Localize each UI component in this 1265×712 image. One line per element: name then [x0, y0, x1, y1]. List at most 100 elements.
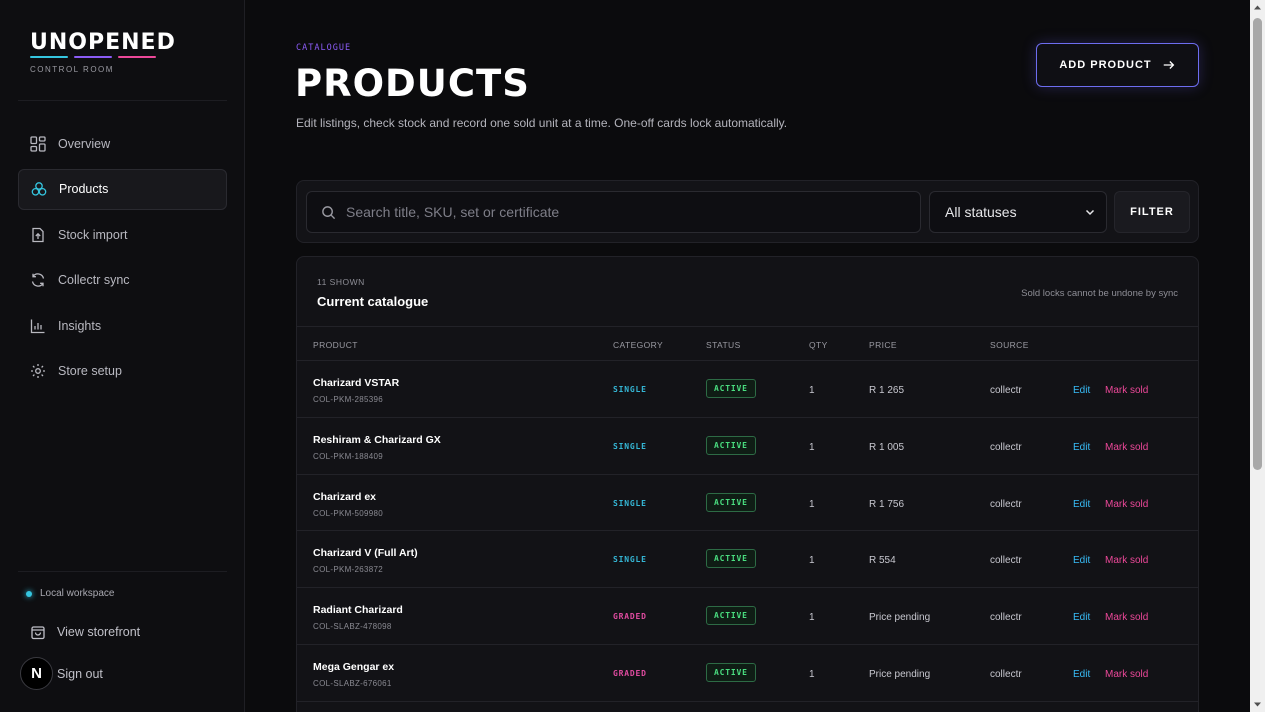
source-value: collectr [990, 441, 1022, 453]
category-badge: SINGLE [613, 498, 647, 508]
column-header-category[interactable]: CATEGORY [613, 340, 663, 350]
edit-link[interactable]: Edit [1073, 499, 1090, 510]
catalogue-table: 11 SHOWN Current catalogue Sold locks ca… [296, 256, 1199, 712]
edit-link[interactable]: Edit [1073, 612, 1090, 623]
sidebar-item-label: Stock import [58, 227, 128, 242]
category-badge: GRADED [613, 668, 647, 678]
price-value: Price pending [869, 668, 931, 680]
upload-icon [30, 227, 46, 243]
category-badge: SINGLE [613, 441, 647, 451]
table-row[interactable]: Radiant Charizard COL-SLABZ-478098 GRADE… [297, 588, 1198, 645]
status-badge: ACTIVE [706, 435, 756, 455]
edit-link[interactable]: Edit [1073, 669, 1090, 680]
qty-value: 1 [809, 555, 815, 567]
bar-chart-icon [30, 318, 46, 334]
category-badge: GRADED [613, 612, 647, 622]
source-value: collectr [990, 498, 1022, 510]
column-header-qty[interactable]: QTY [809, 340, 828, 350]
scrollbar-thumb[interactable] [1253, 18, 1262, 470]
sidebar-item-products[interactable]: Products [18, 168, 227, 210]
source-value: collectr [990, 555, 1022, 567]
qty-value: 1 [809, 385, 815, 396]
column-header-status[interactable]: STATUS [706, 340, 741, 350]
product-sku: COL-SLABZ-676061 [313, 678, 392, 688]
filter-button[interactable]: FILTER [1114, 191, 1190, 233]
search-input[interactable] [346, 204, 886, 220]
mark-sold-link[interactable]: Mark sold [1105, 555, 1148, 566]
category-badge: SINGLE [613, 555, 647, 565]
view-storefront-link[interactable]: View storefront [30, 624, 140, 640]
search-box[interactable] [306, 191, 921, 233]
product-name: Charizard ex [313, 490, 377, 503]
view-storefront-label: View storefront [57, 625, 141, 639]
sidebar-item-label: Store setup [58, 364, 122, 379]
sidebar-nav: Overview Products Stock import Collectr … [18, 123, 227, 397]
qty-value: 1 [809, 498, 815, 510]
sidebar: UNOPENED CONTROL ROOM Overview Products [0, 0, 245, 712]
mark-sold-link[interactable]: Mark sold [1105, 499, 1148, 510]
search-icon [322, 205, 336, 219]
sidebar-item-label: Collectr sync [58, 273, 130, 288]
scroll-down-icon[interactable] [1253, 700, 1262, 709]
category-badge: SINGLE [613, 385, 647, 394]
shown-count: 11 SHOWN [317, 277, 365, 287]
status-dot-icon [26, 590, 32, 597]
page-title: PRODUCTS [295, 62, 530, 105]
sign-out-link[interactable]: Sign out [57, 667, 103, 681]
grid-icon [30, 135, 46, 152]
table-row[interactable]: Charizard V (Full Art) COL-PKM-263872 SI… [297, 531, 1198, 589]
mark-sold-link[interactable]: Mark sold [1105, 669, 1148, 680]
add-product-label: ADD PRODUCT [1059, 59, 1152, 71]
mark-sold-link[interactable]: Mark sold [1105, 612, 1148, 623]
edit-link[interactable]: Edit [1073, 442, 1090, 453]
product-name: Reshiram & Charizard GX [313, 433, 441, 446]
edit-link[interactable]: Edit [1073, 385, 1090, 396]
table-row[interactable]: Mega Gengar ex COL-SLABZ-676061 GRADED A… [297, 645, 1198, 702]
mark-sold-link[interactable]: Mark sold [1105, 442, 1148, 453]
price-value: R 1 756 [869, 498, 905, 510]
divider [18, 100, 227, 101]
qty-value: 1 [809, 668, 815, 680]
workspace-label: Local workspace [40, 588, 115, 599]
app-root: UNOPENED CONTROL ROOM Overview Products [0, 0, 1265, 712]
sidebar-item-store-setup[interactable]: Store setup [18, 351, 227, 392]
table-note: Sold locks cannot be undone by sync [1021, 288, 1178, 299]
sign-out-label: Sign out [57, 667, 103, 681]
product-sku: COL-PKM-263872 [313, 565, 384, 575]
product-sku: COL-PKM-509980 [313, 508, 384, 518]
product-name: Radiant Charizard [313, 604, 403, 617]
column-header-price[interactable]: PRICE [869, 340, 897, 350]
sidebar-item-label: Insights [58, 318, 102, 333]
table-row[interactable]: Charizard ex COL-PKM-509980 SINGLE ACTIV… [297, 475, 1198, 532]
status-badge: ACTIVE [706, 549, 756, 569]
table-body: Charizard VSTAR COL-PKM-285396 SINGLE AC… [297, 361, 1198, 702]
table-row[interactable]: Reshiram & Charizard GX COL-PKM-188409 S… [297, 418, 1198, 475]
qty-value: 1 [809, 441, 815, 453]
sidebar-item-stock-import[interactable]: Stock import [18, 214, 227, 255]
mark-sold-link[interactable]: Mark sold [1105, 385, 1148, 396]
edit-link[interactable]: Edit [1073, 555, 1090, 566]
column-header-product[interactable]: PRODUCT [313, 340, 358, 350]
brand-name: UNOPENED [30, 30, 176, 55]
workspace-indicator: Local workspace [26, 588, 114, 599]
brand-logo[interactable]: UNOPENED CONTROL ROOM [30, 30, 176, 74]
page-scrollbar[interactable] [1250, 0, 1265, 712]
column-header-source[interactable]: SOURCE [990, 340, 1029, 350]
sidebar-item-insights[interactable]: Insights [18, 305, 227, 346]
add-product-button[interactable]: ADD PRODUCT [1036, 43, 1199, 87]
scroll-up-icon[interactable] [1253, 3, 1262, 12]
status-select-value: All statuses [945, 204, 1017, 220]
price-value: Price pending [869, 612, 931, 624]
table-row[interactable]: Charizard VSTAR COL-PKM-285396 SINGLE AC… [297, 361, 1198, 418]
page-eyebrow: CATALOGUE [296, 43, 352, 53]
status-badge: ACTIVE [706, 379, 756, 398]
table-header: PRODUCT CATEGORY STATUS QTY PRICE SOURCE [297, 326, 1198, 361]
sidebar-item-collectr-sync[interactable]: Collectr sync [18, 260, 227, 301]
sidebar-item-overview[interactable]: Overview [18, 123, 227, 164]
status-badge: ACTIVE [706, 662, 756, 682]
source-value: collectr [990, 612, 1022, 624]
avatar[interactable]: N [20, 657, 53, 690]
arrow-right-icon [1163, 61, 1174, 69]
status-select[interactable]: All statuses [929, 191, 1107, 233]
chevron-down-icon [1085, 209, 1095, 216]
